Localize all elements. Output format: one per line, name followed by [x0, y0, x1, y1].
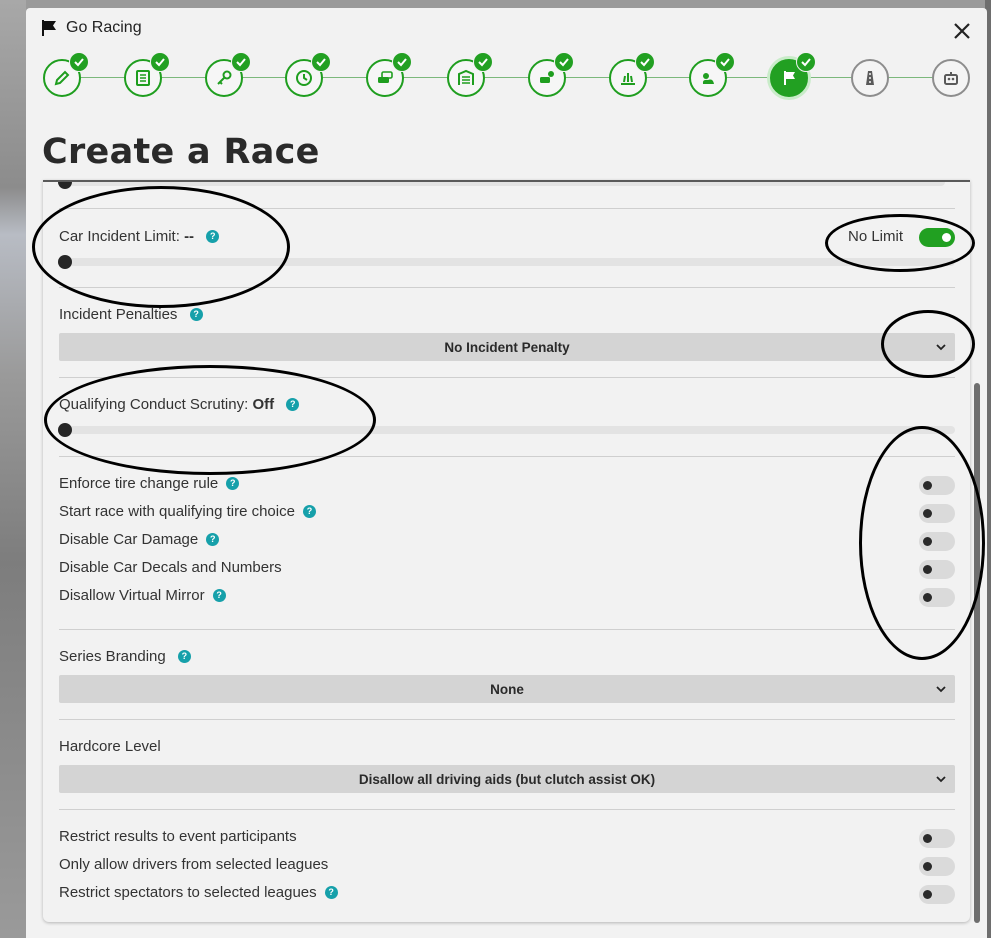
no-limit-toggle[interactable] [919, 228, 955, 247]
step-clock-button[interactable] [285, 52, 332, 97]
car-settings-icon [539, 71, 554, 83]
help-icon[interactable]: ? [302, 505, 316, 518]
page-title: Create a Race [42, 132, 320, 172]
car-incident-limit-knob[interactable] [58, 255, 72, 269]
divider [59, 208, 955, 209]
check-icon [149, 52, 170, 72]
toggles-toggle[interactable] [919, 504, 955, 523]
step-robot-button[interactable] [931, 59, 970, 97]
chevron-down-icon [936, 344, 946, 351]
step-cars-button[interactable] [366, 52, 413, 97]
check-icon [634, 52, 655, 72]
help-icon[interactable]: ? [286, 398, 300, 411]
check-icon [796, 52, 817, 72]
car-incident-limit-slider[interactable] [59, 258, 955, 266]
weather-icon [703, 73, 715, 84]
toggles-label: Disable Car Decals and Numbers [59, 559, 282, 576]
incident-penalties-label: Incident Penalties ? [59, 306, 203, 323]
qualifying-scrutiny-knob[interactable] [58, 423, 72, 437]
window-title: Go Racing [66, 19, 142, 36]
grass-icon [620, 73, 635, 85]
title-bar: Go Racing [26, 8, 987, 50]
hardcore-level-label: Hardcore Level [59, 738, 161, 755]
cars-icon [378, 71, 393, 83]
toggles-toggle[interactable] [919, 476, 955, 495]
qualifying-scrutiny-label: Qualifying Conduct Scrutiny: Off ? [59, 396, 300, 413]
go-racing-dialog: Go Racing Create a Race Car Incident Lim… [26, 8, 987, 938]
step-garage-button[interactable] [447, 52, 493, 97]
divider [59, 377, 955, 378]
step-key-button[interactable] [204, 52, 251, 97]
restrictions-label: Restrict spectators to selected leagues? [59, 884, 338, 901]
toggles-label: Enforce tire change rule? [59, 475, 240, 492]
background-left [0, 0, 26, 938]
check-icon [311, 52, 332, 72]
check-icon [473, 52, 493, 72]
help-icon[interactable]: ? [177, 650, 191, 663]
series-branding-label: Series Branding ? [59, 648, 191, 665]
divider [59, 287, 955, 288]
step-flag-button[interactable] [770, 52, 817, 97]
toggles-toggle[interactable] [919, 532, 955, 551]
step-road-button[interactable] [851, 59, 889, 97]
chevron-down-icon [936, 776, 946, 783]
check-icon [553, 52, 574, 72]
check-icon [230, 52, 251, 72]
step-list-button[interactable] [123, 52, 170, 97]
restrictions-toggle[interactable] [919, 829, 955, 848]
hardcore-level-select[interactable]: Disallow all driving aids (but clutch as… [59, 765, 955, 793]
divider [59, 809, 955, 810]
clock-icon [296, 70, 313, 86]
qualifying-scrutiny-slider[interactable] [59, 426, 955, 434]
toggles-toggle[interactable] [919, 588, 955, 607]
close-icon[interactable] [951, 20, 973, 42]
wizard-stepper [26, 52, 987, 108]
flag-icon [784, 71, 796, 85]
step-car-settings-button[interactable] [527, 52, 574, 97]
key-icon [216, 70, 232, 85]
qualifying-scrutiny-value: Off [252, 396, 275, 413]
garage-icon [458, 69, 474, 85]
previous-slider[interactable] [59, 182, 945, 186]
incident-penalties-select[interactable]: No Incident Penalty [59, 333, 955, 361]
restrictions-label: Restrict results to event participants [59, 828, 297, 845]
no-limit-label: No Limit [848, 228, 904, 245]
divider [59, 629, 955, 630]
step-weather-button[interactable] [689, 52, 736, 97]
help-icon[interactable]: ? [206, 533, 220, 546]
help-icon[interactable]: ? [324, 886, 338, 899]
previous-slider-knob[interactable] [58, 182, 72, 189]
car-incident-limit-value: -- [184, 228, 195, 245]
chevron-down-icon [936, 686, 946, 693]
scrollbar[interactable] [974, 383, 980, 923]
race-settings-panel: Car Incident Limit: -- ? No Limit Incide… [43, 180, 970, 922]
toggles-toggle[interactable] [919, 560, 955, 579]
robot-icon [943, 72, 958, 85]
road-icon [866, 71, 874, 85]
flag-icon [42, 20, 56, 36]
step-pencil-button[interactable] [43, 52, 89, 97]
check-icon [715, 52, 736, 72]
restrictions-toggle[interactable] [919, 857, 955, 876]
check-icon [69, 52, 89, 72]
step-grass-button[interactable] [608, 52, 655, 97]
car-incident-limit-label: Car Incident Limit: -- ? [59, 228, 220, 245]
help-icon[interactable]: ? [206, 230, 220, 243]
check-icon [392, 52, 413, 72]
series-branding-select[interactable]: None [59, 675, 955, 703]
restrictions-toggle[interactable] [919, 885, 955, 904]
toggles-label: Start race with qualifying tire choice? [59, 503, 316, 520]
toggles-label: Disallow Virtual Mirror? [59, 587, 226, 604]
divider [59, 456, 955, 457]
pencil-icon [54, 70, 70, 86]
divider [59, 719, 955, 720]
stepper-line [62, 77, 951, 78]
toggles-label: Disable Car Damage? [59, 531, 220, 548]
list-icon [135, 70, 150, 86]
restrictions-label: Only allow drivers from selected leagues [59, 856, 329, 873]
help-icon[interactable]: ? [226, 477, 240, 490]
help-icon[interactable]: ? [189, 308, 203, 321]
help-icon[interactable]: ? [212, 589, 226, 602]
